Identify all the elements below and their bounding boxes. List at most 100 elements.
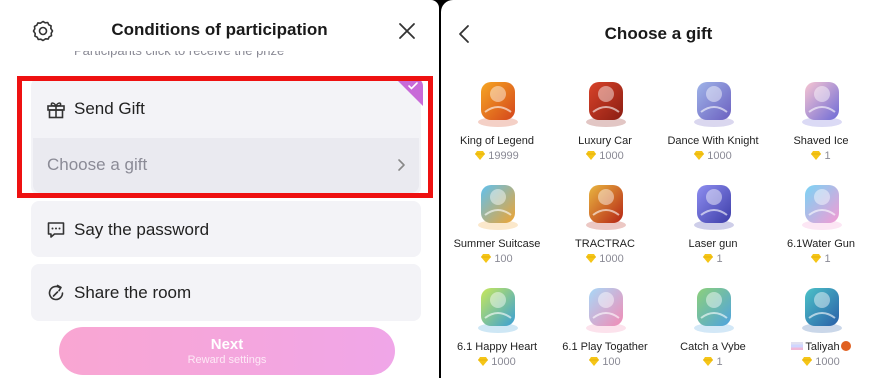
gift-name-text: 6.1Water Gun [786, 238, 856, 250]
gift-item[interactable]: Taliyah 1000 [767, 274, 875, 377]
gift-name: Dance With Knight [659, 135, 767, 147]
choose-gift-panel: Choose a gift King of Legend 19999 Luxury … [441, 0, 876, 378]
highlight-box [17, 76, 433, 198]
gift-item[interactable]: 6.1 Happy Heart 1000 [443, 274, 551, 377]
choose-gift-title: Choose a gift [604, 24, 713, 43]
gift-name-text: 6.1 Happy Heart [456, 341, 538, 353]
conditions-panel: Conditions of participation Participants… [0, 0, 439, 378]
gift-price: 1000 [551, 150, 659, 162]
gift-price-text: 1000 [599, 253, 624, 265]
diamond-icon [478, 357, 489, 366]
gift-price: 100 [551, 356, 659, 368]
gift-name: Catch a Vybe [659, 341, 767, 353]
island-plane-icon [694, 288, 734, 333]
basketball-badge-icon [840, 341, 851, 351]
gift-item[interactable]: 6.1Water Gun 1 [767, 171, 875, 274]
gift-price: 1000 [659, 150, 767, 162]
golden-throne-icon [478, 82, 518, 127]
diamond-icon [703, 357, 714, 366]
gift-item[interactable]: Shaved Ice 1 [767, 68, 875, 171]
chat-bubble-icon [47, 222, 65, 238]
gift-name-text: Dance With Knight [667, 135, 759, 147]
gift-price-text: 1 [824, 253, 831, 265]
gift-grid: King of Legend 19999 Luxury Car 1000 Dance W… [443, 68, 876, 377]
diamond-icon [586, 151, 597, 160]
laser-gun-icon [694, 185, 734, 230]
gift-name-text: King of Legend [459, 135, 534, 147]
gift-price-text: 1000 [491, 356, 516, 368]
next-button[interactable]: Next Reward settings [59, 327, 395, 375]
share-room-row[interactable]: Share the room [31, 264, 421, 322]
gift-name: 6.1 Happy Heart [443, 341, 551, 353]
next-button-sublabel: Reward settings [187, 354, 267, 366]
gift-item[interactable]: Luxury Car 1000 [551, 68, 659, 171]
diamond-icon [811, 151, 822, 160]
gift-name: TRACTRAC [551, 238, 659, 250]
gift-price: 1 [659, 356, 767, 368]
diamond-icon [589, 357, 600, 366]
diamond-icon [703, 254, 714, 263]
gift-price-text: 1000 [707, 150, 732, 162]
share-room-label: Share the room [74, 283, 192, 302]
gift-name-text: Luxury Car [578, 135, 632, 147]
gift-name-text: Taliyah [805, 341, 840, 353]
gift-name: Taliyah [767, 341, 875, 353]
next-button-label: Next [210, 336, 244, 353]
share-arrow-icon [48, 284, 64, 301]
gift-price: 1000 [551, 253, 659, 265]
gift-price: 1000 [767, 356, 875, 368]
gift-price: 1000 [443, 356, 551, 368]
toy-car-icon [478, 288, 518, 333]
gift-name-text: Catch a Vybe [680, 341, 746, 353]
gift-price-text: 1 [716, 253, 723, 265]
gift-item[interactable]: 6.1 Play Togather 100 [551, 274, 659, 377]
gift-name: Shaved Ice [767, 135, 875, 147]
gift-item[interactable]: Laser gun 1 [659, 171, 767, 274]
gift-price-text: 1 [824, 150, 831, 162]
gift-price-text: 1 [716, 356, 723, 368]
gazebo-icon [694, 82, 734, 127]
close-icon[interactable] [397, 21, 417, 41]
gift-name: Luxury Car [551, 135, 659, 147]
gift-price-text: 1000 [815, 356, 840, 368]
gift-name-text: 6.1 Play Togather [562, 341, 648, 353]
gift-item[interactable]: Dance With Knight 1000 [659, 68, 767, 171]
gift-item[interactable]: King of Legend 19999 [443, 68, 551, 171]
gift-price-text: 19999 [488, 150, 519, 162]
diamond-icon [586, 254, 597, 263]
flag-icon [791, 342, 804, 350]
sports-car-icon [586, 82, 626, 127]
diamond-icon [802, 357, 813, 366]
gift-price: 1 [767, 253, 875, 265]
crest-icon [586, 185, 626, 230]
gift-item[interactable]: TRACTRAC 1000 [551, 171, 659, 274]
share-room-card[interactable]: Share the room [31, 264, 421, 321]
gift-price: 19999 [443, 150, 551, 162]
gift-price: 100 [443, 253, 551, 265]
gift-item[interactable]: Catch a Vybe 1 [659, 274, 767, 377]
gift-name-text: Laser gun [688, 238, 738, 250]
say-password-row[interactable]: Say the password [31, 201, 421, 259]
gift-name-text: TRACTRAC [575, 238, 635, 250]
gift-price-text: 100 [602, 356, 621, 368]
gift-name-text: Summer Suitcase [453, 238, 541, 250]
say-password-card[interactable]: Say the password [31, 201, 421, 257]
diamond-icon [475, 151, 486, 160]
gift-name: Summer Suitcase [443, 238, 551, 250]
gift-item[interactable]: Summer Suitcase 100 [443, 171, 551, 274]
gift-name: Laser gun [659, 238, 767, 250]
gift-name: King of Legend [443, 135, 551, 147]
gift-price: 1 [659, 253, 767, 265]
diamond-icon [811, 254, 822, 263]
diamond-icon [481, 254, 492, 263]
taliyah-icon [802, 288, 842, 333]
gift-name: 6.1Water Gun [767, 238, 875, 250]
play-together-icon [586, 288, 626, 333]
say-password-label: Say the password [74, 220, 210, 239]
diamond-icon [694, 151, 705, 160]
shaved-ice-icon [802, 82, 842, 127]
cut-off-description: Participants click to receive the prize [74, 51, 284, 60]
suitcase-icon [478, 185, 518, 230]
gift-price: 1 [767, 150, 875, 162]
gift-name-text: Shaved Ice [793, 135, 849, 147]
